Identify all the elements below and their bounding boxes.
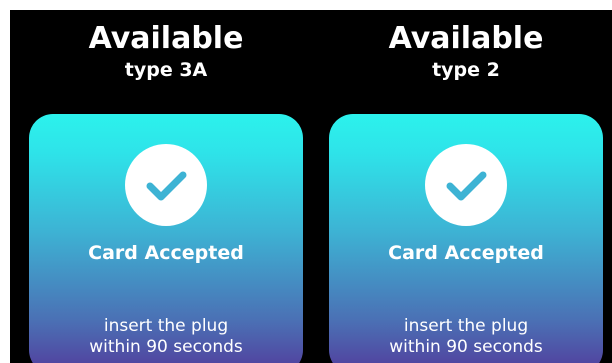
checkmark-circle-icon <box>425 144 507 226</box>
checkmark-circle-icon <box>125 144 207 226</box>
instruction-line-1: insert the plug <box>103 316 229 336</box>
checkmark-icon <box>446 171 487 201</box>
card-accepted-label: Card Accepted <box>388 242 544 264</box>
charger-screen: Available type 3A Card Accepted insert t… <box>0 0 612 363</box>
card-accepted-panel: Card Accepted insert the plug within 90 … <box>29 114 303 363</box>
connector-status: Available <box>388 21 544 56</box>
checkmark-icon <box>146 171 187 201</box>
connector-status: Available <box>88 21 244 56</box>
connector-type: type 2 <box>432 59 500 81</box>
instruction-line-2: within 90 seconds <box>389 337 543 357</box>
connector-right: Available type 2 Card Accepted insert th… <box>316 0 612 363</box>
connector-left: Available type 3A Card Accepted insert t… <box>16 0 316 363</box>
instruction-text: insert the plug within 90 seconds <box>329 316 603 358</box>
instruction-line-1: insert the plug <box>403 316 529 336</box>
connector-type: type 3A <box>124 59 208 81</box>
card-accepted-label: Card Accepted <box>88 242 244 264</box>
card-accepted-panel: Card Accepted insert the plug within 90 … <box>329 114 603 363</box>
instruction-text: insert the plug within 90 seconds <box>29 316 303 358</box>
instruction-line-2: within 90 seconds <box>89 337 243 357</box>
